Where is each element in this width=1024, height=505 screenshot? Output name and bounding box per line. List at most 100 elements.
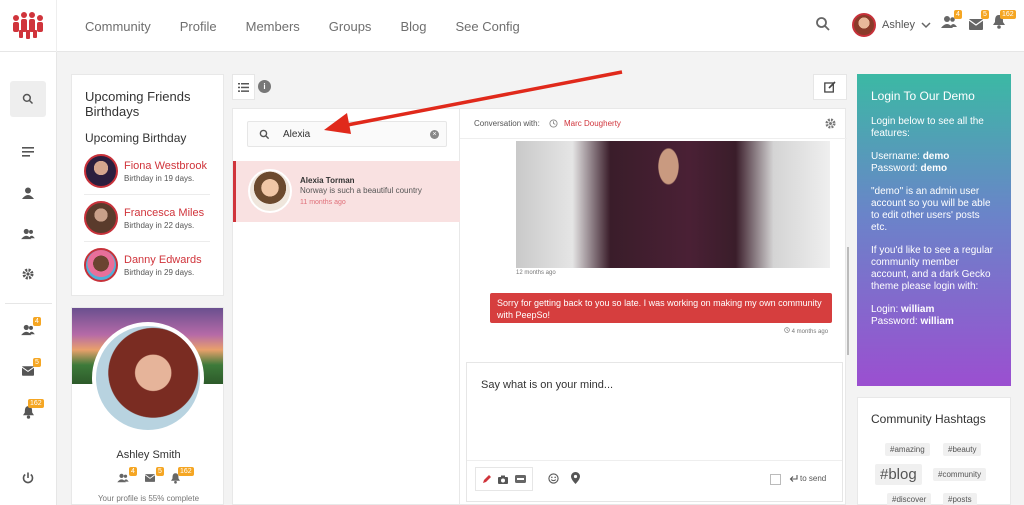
messages-toolbar: i [232,74,278,100]
hashtag[interactable]: #beauty [943,443,982,456]
messages-badge: 5 [33,358,41,367]
search-icon[interactable] [815,16,831,37]
messages-badge: 5 [981,10,989,19]
widget-title: Community Hashtags [871,412,986,426]
hashtag[interactable]: #posts [943,493,977,505]
gif-icon[interactable] [514,475,526,483]
demo-credentials: Username: demo Password: demo [871,151,950,174]
envelope-icon[interactable]: 5 [18,358,41,381]
friends-icon[interactable] [117,473,129,483]
side-rail: 4 5 162 [0,52,57,505]
logo-icon[interactable] [0,0,57,52]
widget-subtitle: Upcoming Birthday [85,131,187,145]
conversation-item[interactable]: Alexia Torman Norway is such a beautiful… [233,161,460,222]
send-icon [789,475,798,482]
main-nav: Community Profile Members Groups Blog Se… [85,0,549,52]
friends-badge: 4 [954,10,962,19]
birthday-name[interactable]: Francesca Miles [124,207,204,219]
rail-divider [5,303,52,304]
notifications-badge: 162 [1000,10,1016,19]
nav-profile[interactable]: Profile [180,19,217,34]
chevron-down-icon [921,22,931,29]
friends-icon[interactable]: 4 [941,10,962,34]
avatar[interactable] [92,322,204,434]
composer: Say what is on your mind... to send [466,362,843,502]
nav-see-config[interactable]: See Config [455,19,519,34]
gear-icon[interactable] [18,264,38,284]
info-icon[interactable]: i [258,80,271,93]
gear-icon[interactable] [825,118,836,129]
power-icon[interactable] [18,468,38,488]
friends-badge: 4 [129,467,137,476]
profile-notifications: 4 5 162 [117,467,194,485]
widget-title: Upcoming Friends Birthdays [85,89,191,119]
clock-icon [784,327,790,333]
hashtag[interactable]: #blog [875,464,922,485]
edit-icon[interactable] [813,74,847,100]
profile-completion: Your profile is 55% complete [97,494,200,503]
birthday-date: Birthday in 19 days. [124,173,195,183]
message-bubble: Sorry for getting back to you so late. I… [490,293,832,323]
demo-admin-note: "demo" is an admin user account so you w… [871,186,991,233]
search-icon [259,129,270,140]
friends-icon[interactable]: 4 [18,317,41,340]
birthday-name[interactable]: Danny Edwards [124,254,202,266]
hashtag[interactable]: #community [933,468,987,481]
list-item[interactable]: Fiona Westbrook Birthday in 19 days. [84,148,210,194]
profile-name[interactable]: Ashley Smith [72,449,223,461]
demo-regular-credentials: Login: william Password: william [871,304,954,327]
chat-image[interactable] [516,141,830,268]
user-name: Ashley [882,19,916,31]
nav-community[interactable]: Community [85,19,151,34]
user-icon[interactable] [18,183,38,203]
demo-regular-note: If you'd like to see a regular community… [871,245,993,292]
birthday-name[interactable]: Fiona Westbrook [124,160,207,172]
list-icon[interactable] [232,74,255,100]
pencil-icon[interactable] [482,474,492,484]
envelope-icon[interactable]: 5 [968,10,989,35]
conversation-preview: Norway is such a beautiful country [300,186,422,195]
conversation-name: Alexia Torman [300,176,355,185]
friends-badge: 4 [33,317,41,326]
hashtag[interactable]: #amazing [885,443,930,456]
notifications-badge: 162 [28,399,44,408]
conversation-list: Alexia × Alexia Torman Norway is such a … [233,109,460,505]
demo-intro: Login below to see all the features: [871,116,984,139]
hashtags-widget: Community Hashtags #amazing #beauty #blo… [857,397,1011,505]
nav-members[interactable]: Members [246,19,300,34]
message-time: 4 months ago [784,327,828,335]
nav-groups[interactable]: Groups [329,19,372,34]
birthday-date: Birthday in 22 days. [124,220,195,230]
to-send-label: to send [800,474,827,483]
divider [467,460,842,461]
composer-tools [475,467,533,491]
envelope-icon[interactable] [145,474,155,482]
avatar [84,201,118,235]
search-icon[interactable] [10,81,46,117]
search-input-value: Alexia [283,129,311,140]
friends-icon[interactable] [18,224,38,244]
nav-blog[interactable]: Blog [400,19,426,34]
enter-to-send-checkbox[interactable] [770,474,781,485]
scrollbar[interactable] [847,247,849,355]
smile-icon[interactable] [548,473,559,484]
camera-icon[interactable] [498,475,509,484]
widget-title: Login To Our Demo [871,89,975,103]
list-item[interactable]: Francesca Miles Birthday in 22 days. [84,195,210,241]
birthday-date: Birthday in 29 days. [124,267,195,277]
avatar [84,154,118,188]
birthdays-widget: Upcoming Friends Birthdays Upcoming Birt… [71,74,224,296]
top-bar: Community Profile Members Groups Blog Se… [0,0,1024,52]
location-icon[interactable] [571,472,580,484]
composer-input[interactable]: Say what is on your mind... [481,379,613,391]
bell-icon[interactable]: 162 [18,399,44,422]
messages-badge: 5 [156,467,164,476]
notifications-badge: 162 [178,467,194,476]
conversation-time: 11 months ago [300,199,346,206]
bell-icon[interactable]: 162 [993,10,1016,34]
menu-icon[interactable] [18,142,38,162]
user-menu[interactable]: Ashley [852,13,931,37]
message-time: 12 months ago [516,270,556,276]
list-item[interactable]: Danny Edwards Birthday in 29 days. [84,242,210,288]
hashtag[interactable]: #discover [887,493,932,505]
